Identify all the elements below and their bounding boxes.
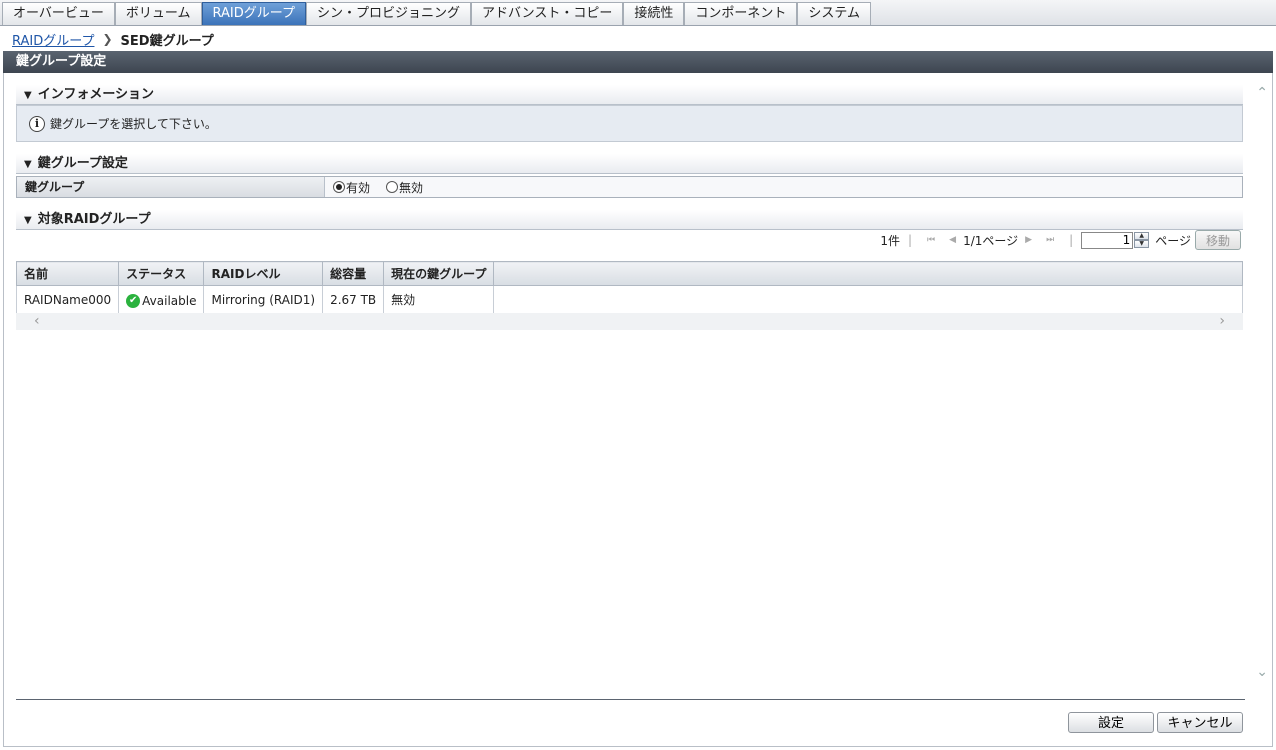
target-raid-section-header[interactable]: ▼ 対象RAIDグループ (16, 210, 1243, 230)
radio-disabled[interactable]: 無効 (386, 179, 423, 196)
tab-volume[interactable]: ボリューム (114, 2, 202, 25)
page-info: 1/1ページ (963, 233, 1019, 248)
raid-group-table: 名前 ステータス RAIDレベル 総容量 現在の鍵グループ RAIDName00… (15, 261, 1243, 314)
col-name[interactable]: 名前 (15, 261, 120, 286)
table-header-row: 名前 ステータス RAIDレベル 総容量 現在の鍵グループ (15, 261, 1243, 286)
breadcrumb: RAIDグループ ❯ SED鍵グループ (12, 30, 214, 49)
collapse-triangle-icon: ▼ (24, 159, 32, 170)
cell-key-group: 無効 (383, 285, 495, 314)
radio-selected-icon[interactable] (333, 181, 345, 193)
main-tab-bar: オーバービュー ボリューム RAIDグループ シン・プロビジョニング アドバンス… (0, 0, 1276, 26)
tab-component[interactable]: コンポーネント (684, 2, 798, 25)
info-icon: i (29, 115, 45, 132)
stepper-down-icon[interactable]: ▼ (1134, 240, 1150, 248)
first-page-icon[interactable]: ⏮ (927, 235, 935, 245)
status-text: Available (142, 293, 197, 308)
record-count: 1件 (880, 233, 900, 248)
divider: | (1069, 233, 1074, 247)
collapse-triangle-icon: ▼ (24, 90, 32, 101)
divider: | (907, 233, 913, 247)
radio-enabled-label: 有効 (346, 180, 371, 195)
cell-status: ✔ Available (118, 285, 205, 314)
cancel-button[interactable]: キャンセル (1157, 712, 1243, 733)
info-section-header[interactable]: ▼ インフォメーション (16, 85, 1243, 105)
page-label: ページ (1155, 233, 1191, 248)
tab-system[interactable]: システム (797, 2, 872, 25)
key-group-label: 鍵グループ (17, 177, 325, 197)
next-page-icon[interactable]: ▶ (1025, 235, 1032, 245)
cell-raid-level: Mirroring (RAID1) (203, 285, 324, 314)
key-group-options: 有効 無効 (325, 177, 1242, 197)
tab-advanced-copy[interactable]: アドバンスト・コピー (470, 2, 624, 25)
tab-overview[interactable]: オーバービュー (2, 2, 115, 25)
horizontal-scrollbar[interactable]: ‹ › (16, 313, 1243, 330)
col-raid-level[interactable]: RAIDレベル (203, 261, 324, 286)
table-row[interactable]: RAIDName000 ✔ Available Mirroring (RAID1)… (15, 285, 1243, 314)
cell-filler (493, 285, 1243, 314)
scroll-right-icon[interactable]: › (1219, 313, 1225, 329)
cell-name: RAIDName000 (15, 285, 120, 314)
col-filler (493, 261, 1243, 286)
move-button[interactable]: 移動 (1194, 230, 1241, 250)
page-stepper[interactable]: ▲ ▼ (1134, 232, 1150, 248)
breadcrumb-raid-group-link[interactable]: RAIDグループ (12, 30, 94, 49)
col-current-key-group[interactable]: 現在の鍵グループ (383, 261, 495, 286)
tab-raid-group[interactable]: RAIDグループ (201, 2, 306, 25)
radio-enabled[interactable]: 有効 (333, 179, 370, 196)
tab-thin-provisioning[interactable]: シン・プロビジョニング (305, 2, 471, 25)
cell-capacity: 2.67 TB (322, 285, 385, 314)
target-raid-section-title: 対象RAIDグループ (37, 212, 151, 227)
scroll-left-icon[interactable]: ‹ (34, 313, 40, 329)
page-number-input[interactable] (1081, 231, 1134, 249)
check-circle-icon: ✔ (126, 293, 141, 308)
radio-disabled-label: 無効 (399, 180, 424, 195)
key-group-section-title: 鍵グループ設定 (37, 156, 128, 171)
pager: 1件 | ⏮ ◀ 1/1ページ ▶ ⏭ | ▲ ▼ ページ 移動 (880, 230, 1241, 250)
radio-unselected-icon[interactable] (386, 181, 399, 193)
collapse-triangle-icon: ▼ (24, 215, 32, 226)
last-page-icon[interactable]: ⏭ (1046, 235, 1054, 245)
prev-page-icon[interactable]: ◀ (949, 235, 956, 245)
col-status[interactable]: ステータス (118, 261, 205, 286)
scroll-down-icon[interactable]: ⌄ (1256, 664, 1268, 680)
set-button[interactable]: 設定 (1068, 712, 1154, 733)
tab-connectivity[interactable]: 接続性 (623, 2, 685, 25)
info-box: i 鍵グループを選択して下さい。 (16, 105, 1243, 142)
key-group-row: 鍵グループ 有効 無効 (16, 176, 1243, 198)
stepper-up-icon[interactable]: ▲ (1134, 232, 1150, 240)
info-message: 鍵グループを選択して下さい。 (50, 117, 217, 131)
page-title: 鍵グループ設定 (3, 51, 1273, 73)
chevron-right-icon: ❯ (102, 32, 113, 46)
scroll-up-icon[interactable]: ⌃ (1256, 85, 1268, 101)
key-group-section-header[interactable]: ▼ 鍵グループ設定 (16, 154, 1243, 174)
breadcrumb-current: SED鍵グループ (120, 33, 214, 49)
footer-divider (16, 699, 1245, 700)
col-capacity[interactable]: 総容量 (322, 261, 385, 286)
info-section-title: インフォメーション (37, 87, 155, 102)
content-frame (3, 73, 1273, 747)
